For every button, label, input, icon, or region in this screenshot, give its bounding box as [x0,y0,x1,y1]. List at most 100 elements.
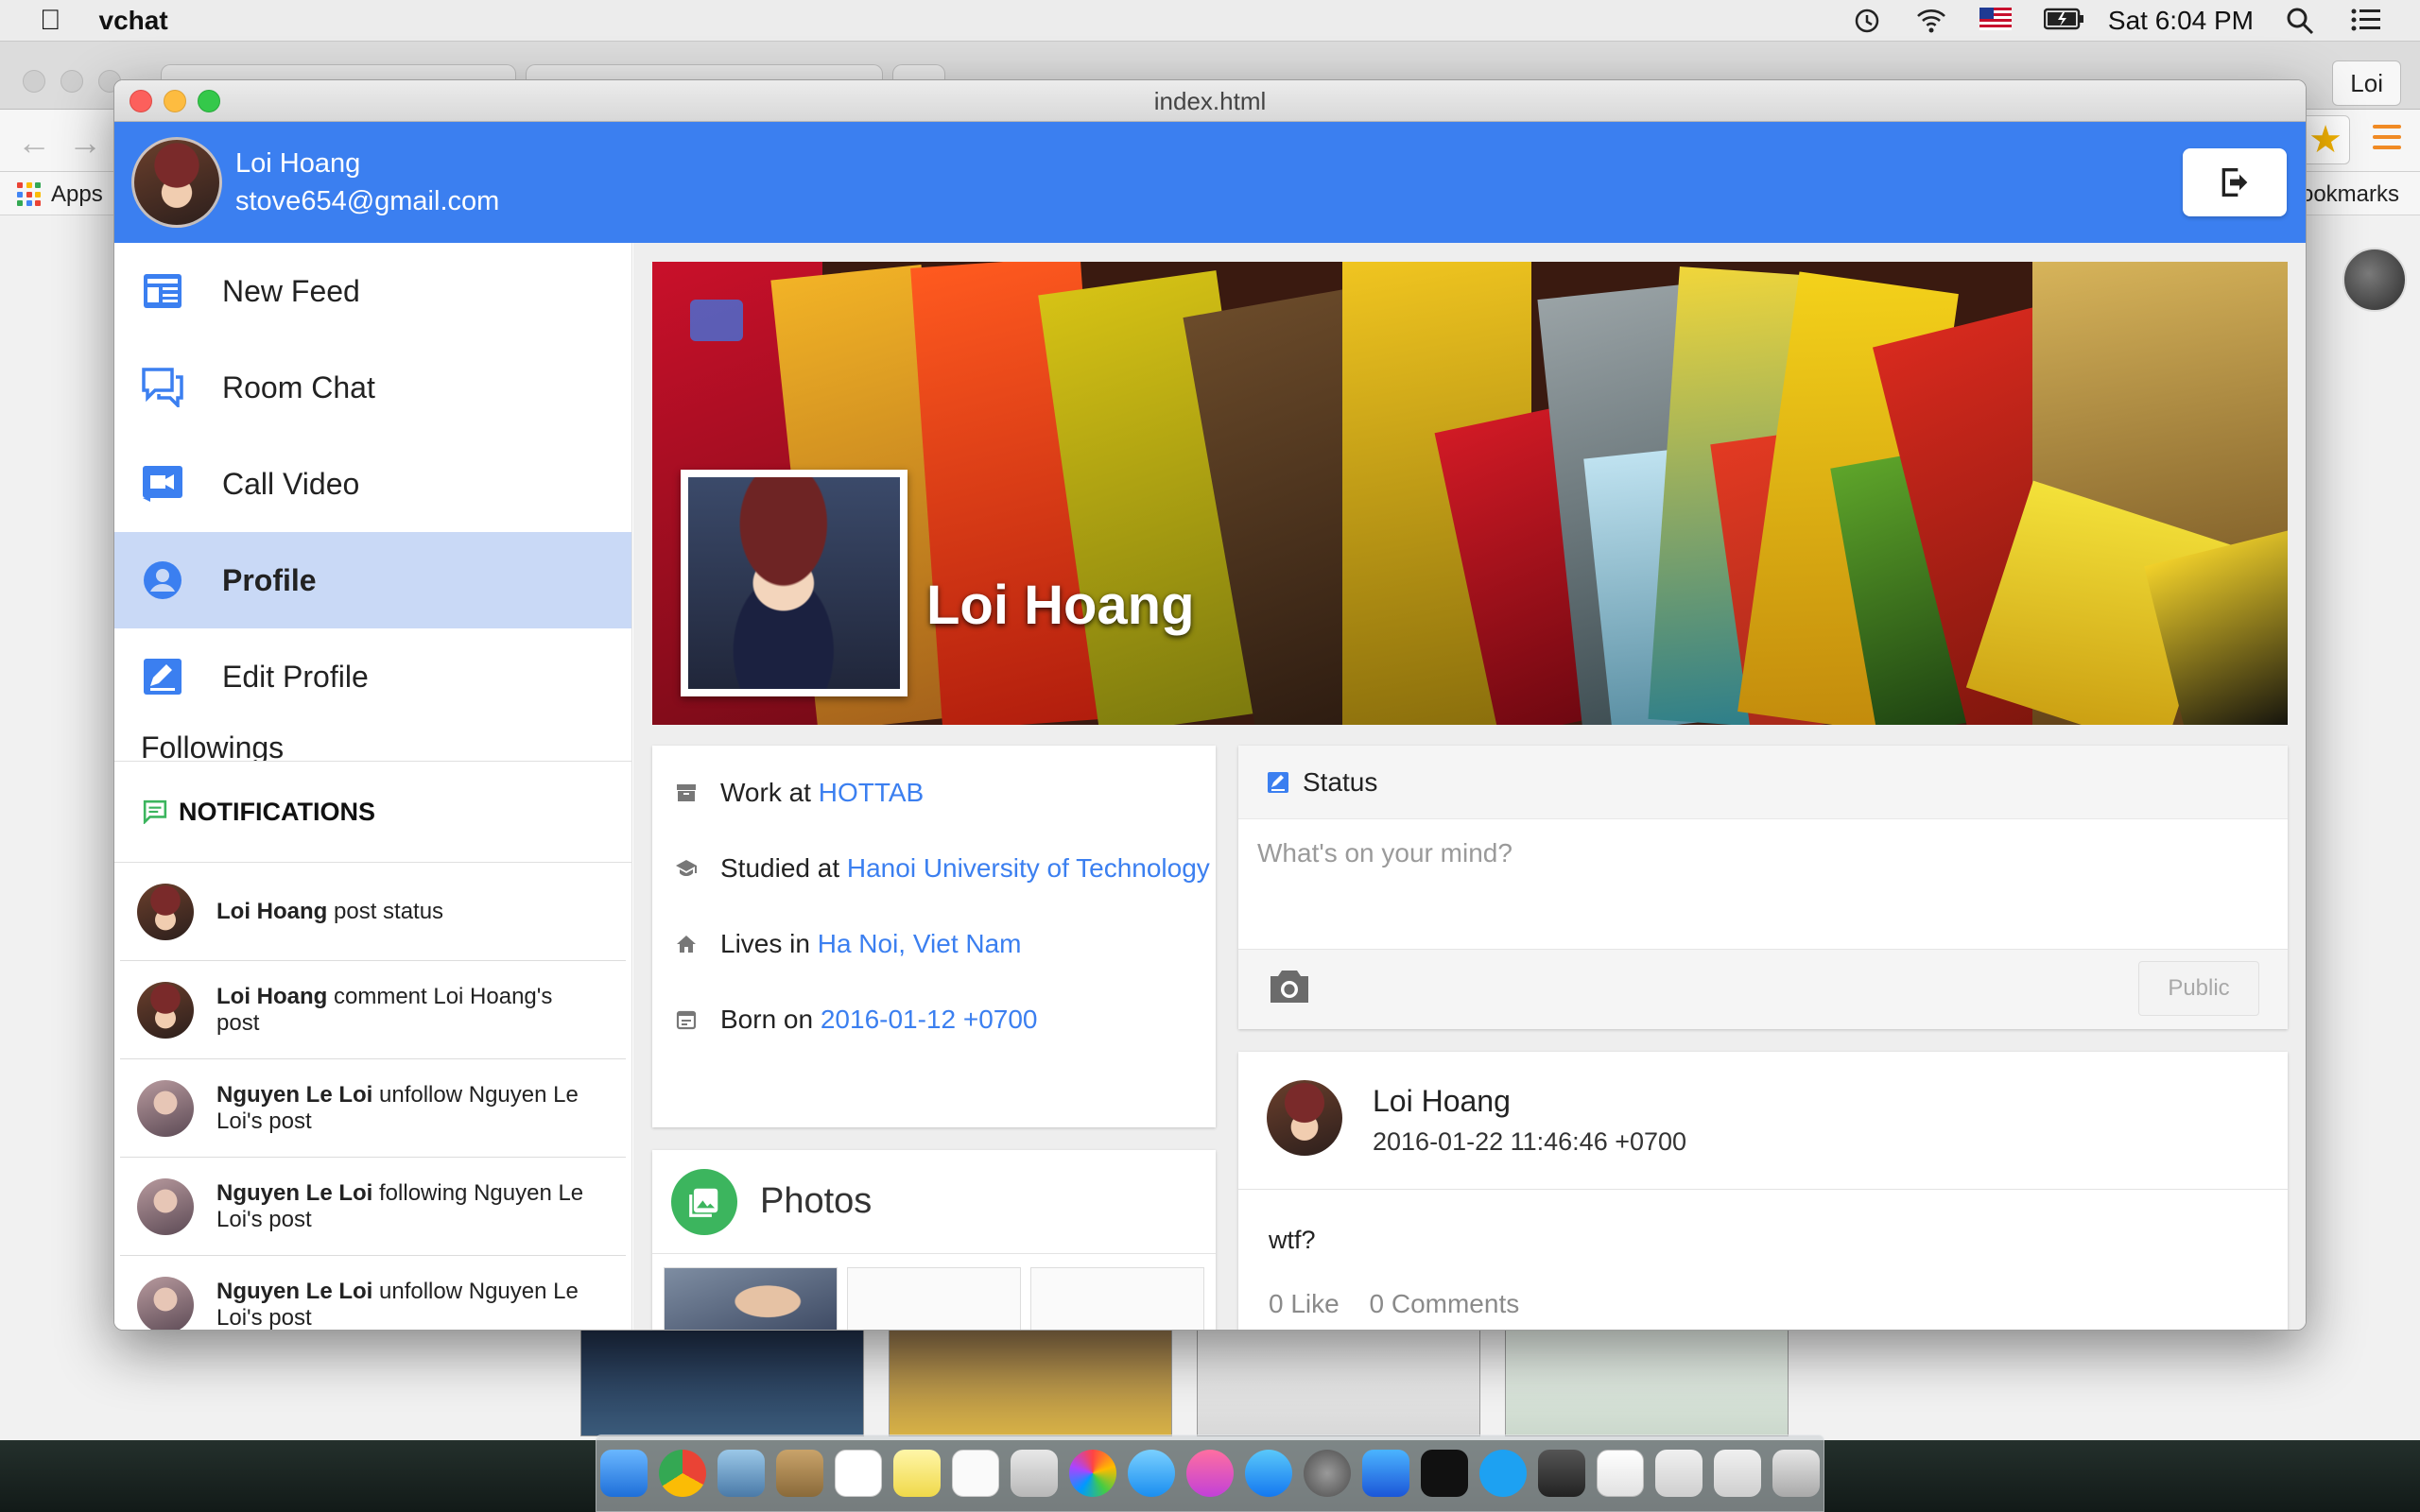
background-avatar[interactable] [2342,248,2407,312]
user-avatar[interactable] [131,137,222,228]
born-link[interactable]: 2016-01-12 +0700 [821,1005,1038,1034]
chrome-icon[interactable] [659,1450,706,1497]
downloads-stack-icon[interactable] [1655,1450,1703,1497]
apple-menu-icon[interactable]:  [40,5,61,37]
comment-count[interactable]: 0 Comments [1370,1289,1520,1318]
thumbnail[interactable] [580,1323,864,1436]
study-prefix: Studied at [720,853,847,883]
other-bookmarks-label[interactable]: ookmarks [2301,181,2399,208]
lives-link[interactable]: Ha Noi, Viet Nam [818,929,1022,958]
forward-arrow-icon[interactable]: → [68,123,102,163]
photos-app-icon[interactable] [1069,1450,1116,1497]
header-user-name: Loi Hoang [235,148,361,179]
notifications-title: NOTIFICATIONS [179,797,375,826]
profile-picture[interactable] [681,470,908,696]
app-store-icon[interactable] [1245,1450,1292,1497]
sidebar-item-edit-profile[interactable]: Edit Profile [114,628,631,725]
sidebar-item-label: New Feed [222,273,360,308]
logout-button[interactable] [2183,148,2287,216]
photo-thumbnail[interactable] [1030,1267,1204,1330]
notification-item[interactable]: Loi Hoang comment Loi Hoang's post [120,961,626,1059]
window-zoom-button[interactable] [198,90,220,112]
thumbnail[interactable] [1197,1323,1480,1436]
post-author[interactable]: Loi Hoang [1373,1084,1511,1119]
sidebar-item-call-video[interactable]: Call Video [114,436,631,532]
reminders-icon[interactable] [952,1450,999,1497]
battery-icon[interactable] [2043,7,2083,35]
sidebar-item-new-feed[interactable]: New Feed [114,243,631,339]
sublime-text-icon[interactable] [1538,1450,1585,1497]
photo-thumbnail[interactable] [847,1267,1021,1330]
notification-item[interactable]: Nguyen Le Loi unfollow Nguyen Le Loi's p… [120,1059,626,1158]
us-flag-icon[interactable] [1979,7,2012,35]
time-machine-icon[interactable] [1851,7,1883,35]
cover-photo: Loi Hoang [652,262,2288,725]
slack-icon[interactable] [1597,1450,1644,1497]
notifications-header: NOTIFICATIONS [114,761,631,863]
sidebar-item-profile[interactable]: Profile [114,532,631,628]
contacts-icon[interactable] [776,1450,823,1497]
browser-menu-icon[interactable] [2373,125,2401,156]
image-capture-icon[interactable] [1011,1450,1058,1497]
sidebar-item-label: Room Chat [222,369,375,404]
apps-shortcut[interactable]: Apps [17,181,103,208]
background-close-button[interactable] [23,70,45,93]
account-circle-icon [141,558,184,602]
back-arrow-icon[interactable]: ← [17,123,51,163]
messages-icon[interactable] [1128,1450,1175,1497]
avatar [137,1276,194,1330]
home-icon [677,936,696,953]
preview-icon[interactable] [717,1450,765,1497]
camera-icon[interactable] [1267,967,1312,1011]
spotlight-search-icon[interactable] [2286,7,2318,35]
window-close-button[interactable] [130,90,152,112]
post-body: wtf? [1269,1226,1316,1254]
skype-icon[interactable] [1479,1450,1527,1497]
work-link[interactable]: HOTTAB [819,778,924,807]
system-preferences-icon[interactable] [1304,1450,1351,1497]
notification-center-icon[interactable] [2350,7,2382,35]
trash-icon[interactable] [1772,1450,1820,1497]
notification-item[interactable]: Nguyen Le Loi following Nguyen Le Loi's … [120,1158,626,1256]
background-minimize-button[interactable] [60,70,83,93]
avatar [137,883,194,940]
sidebar-item-room-chat[interactable]: Room Chat [114,339,631,436]
status-textarea[interactable]: What's on your mind? [1238,819,2288,950]
documents-stack-icon[interactable] [1714,1450,1761,1497]
browser-user-button[interactable]: Loi [2332,60,2401,106]
thumbnail[interactable] [889,1323,1172,1436]
study-link[interactable]: Hanoi University of Technology [847,853,1210,883]
info-lives: Lives in Ha Noi, Viet Nam [652,925,1216,963]
notification-item[interactable]: Loi Hoang post status [120,863,626,961]
notification-actor: Nguyen Le Loi [216,1081,373,1108]
wifi-icon[interactable] [1915,7,1947,35]
calendar-icon[interactable] [835,1450,882,1497]
notification-item[interactable]: Nguyen Le Loi unfollow Nguyen Le Loi's p… [120,1256,626,1330]
newspaper-icon [141,269,184,313]
background-page-thumbnails [580,1323,1789,1436]
window-minimize-button[interactable] [164,90,186,112]
sidebar-item-followings[interactable]: Followings [114,730,631,761]
photo-thumbnail[interactable] [664,1267,838,1330]
dock [596,1435,1824,1512]
change-cover-button[interactable] [690,300,743,341]
info-studied: Studied at Hanoi University of Technolog… [652,850,1216,887]
terminal-icon[interactable] [1421,1450,1468,1497]
thumbnail[interactable] [1505,1323,1789,1436]
public-button[interactable]: Public [2138,961,2259,1016]
like-count[interactable]: 0 Like [1269,1289,1340,1318]
apps-label: Apps [51,181,103,207]
itunes-icon[interactable] [1186,1450,1234,1497]
finder-icon[interactable] [600,1450,648,1497]
avatar[interactable] [1267,1080,1342,1156]
apps-grid-icon [17,182,42,207]
photos-card: Photos [652,1150,1216,1330]
notes-icon[interactable] [893,1450,941,1497]
window-titlebar: index.html [114,80,2306,122]
sidebar-item-label: Profile [222,562,317,597]
menubar-app-name[interactable]: vchat [99,6,168,36]
menubar-clock[interactable]: Sat 6:04 PM [2108,6,2254,36]
webstorm-icon[interactable] [1362,1450,1409,1497]
notification-text: Loi Hoang post status [216,899,595,925]
bookmark-star-icon[interactable]: ★ [2301,115,2350,164]
